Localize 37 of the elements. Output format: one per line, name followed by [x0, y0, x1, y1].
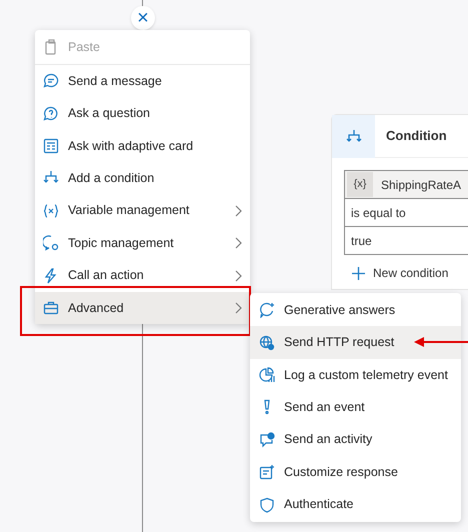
form-card-icon	[43, 138, 59, 154]
submenu-item[interactable]: Send an event	[250, 391, 461, 424]
briefcase-icon	[43, 300, 59, 316]
submenu-item[interactable]: Generative answers	[250, 294, 461, 326]
menu-item[interactable]: Add a condition	[35, 162, 250, 195]
submenu-item[interactable]: Customize response	[250, 456, 461, 488]
question-bubble-icon	[43, 106, 59, 122]
variable-field[interactable]: {x} ShippingRateA	[344, 170, 468, 199]
shield-icon	[259, 496, 275, 513]
menu-item[interactable]: Topic management	[35, 226, 250, 260]
variable-name: ShippingRateA	[381, 176, 462, 194]
card-title: Condition	[386, 127, 447, 146]
plus-icon	[352, 266, 365, 280]
submenu-item[interactable]: Send HTTP request	[250, 326, 461, 359]
menu-item[interactable]: Call an action	[35, 259, 250, 292]
submenu-item[interactable]: Authenticate	[250, 488, 461, 521]
lightning-icon	[43, 268, 59, 284]
submenu-item[interactable]: Send an activity	[250, 424, 461, 456]
close-button[interactable]: ×	[131, 6, 155, 30]
chat-bubble-icon	[43, 73, 59, 90]
sparkle-bubble-icon	[259, 302, 275, 318]
document-sparkle-icon	[259, 464, 275, 480]
globe-icon	[259, 334, 275, 351]
braces-x-icon	[43, 202, 59, 219]
submenu-item[interactable]: Log a custom telemetry event	[250, 358, 461, 392]
pie-chart-bars-icon	[259, 366, 275, 383]
variable-chip: {x}	[347, 172, 373, 197]
value-field[interactable]: true	[344, 227, 468, 255]
menu-item[interactable]: Ask with adaptive card	[35, 130, 250, 162]
menu-item[interactable]: Ask a question	[35, 97, 250, 130]
menu-item[interactable]: Send a message	[35, 65, 250, 98]
new-condition-button[interactable]: New condition	[352, 264, 448, 282]
menu-item[interactable]: Advanced	[35, 292, 250, 324]
menu-item[interactable]: Variable management	[35, 194, 250, 227]
operator-field[interactable]: is equal to	[344, 199, 468, 227]
branch-icon	[346, 128, 362, 144]
pointer-arrow	[414, 337, 468, 347]
